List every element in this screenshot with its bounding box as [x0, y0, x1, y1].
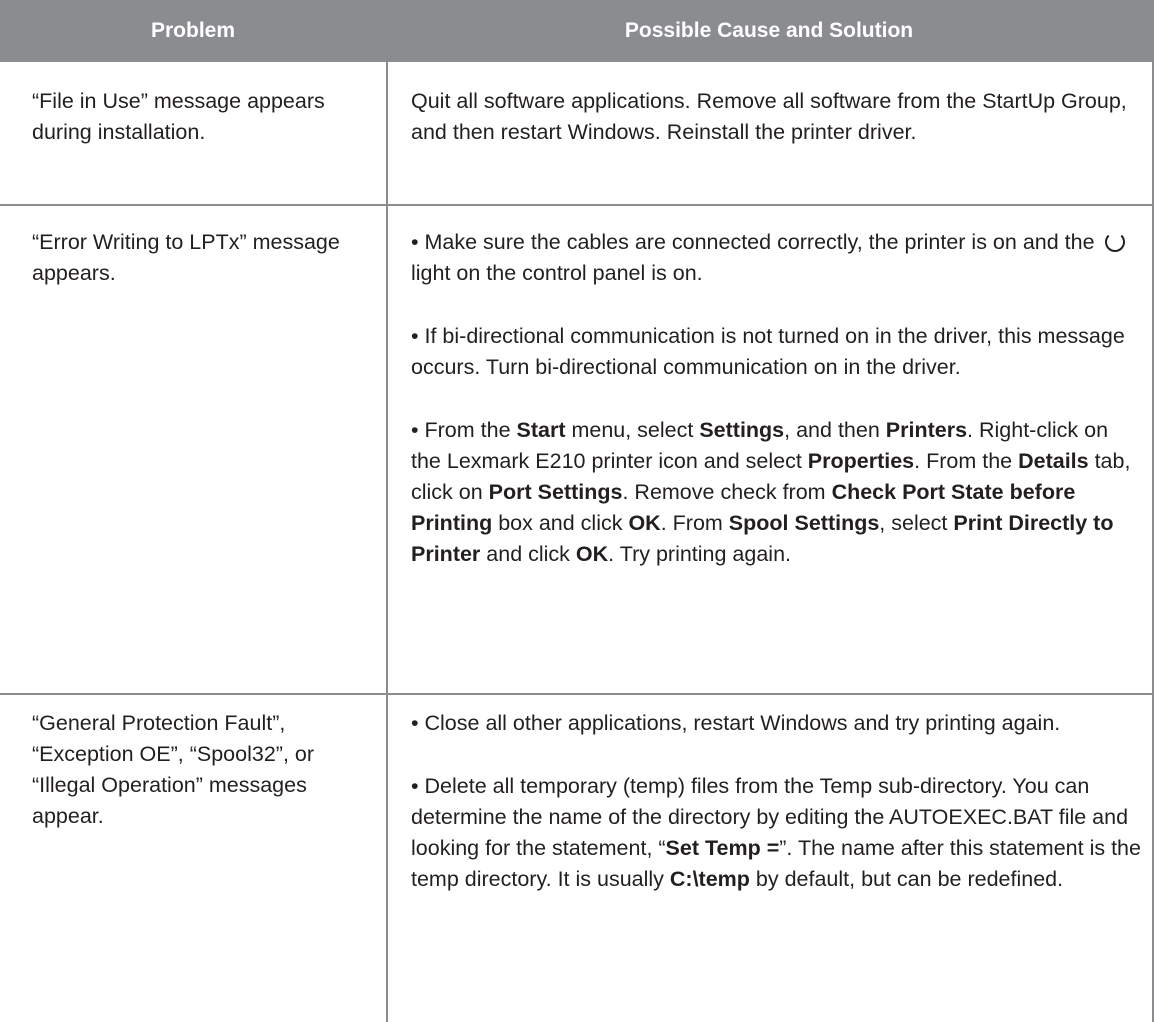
bold-term: Details	[1018, 449, 1089, 473]
text-run: . Try printing again.	[608, 542, 792, 566]
text-run: box and click	[492, 511, 629, 535]
solution-paragraph: • Delete all temporary (temp) files from…	[411, 771, 1141, 895]
column-divider-left	[386, 62, 388, 1022]
text-run: . From	[660, 511, 729, 535]
solution-paragraph: Quit all software applications. Remove a…	[411, 86, 1141, 148]
bold-term: C:\temp	[669, 867, 750, 891]
text-run: and click	[480, 542, 576, 566]
problem-text: “File in Use” message appears during ins…	[32, 89, 325, 144]
header-solution: Possible Cause and Solution	[624, 19, 914, 42]
bold-term: Properties	[807, 449, 915, 473]
power-icon	[1104, 232, 1125, 252]
text-run: • Close all other applications, restart …	[411, 711, 1061, 735]
text-run: . From the	[914, 449, 1019, 473]
column-divider-right	[1152, 62, 1154, 1022]
text-run: • Make sure the cables are connected cor…	[411, 230, 1101, 254]
solution-paragraph: • If bi-directional communication is not…	[411, 321, 1141, 383]
text-run: , and then	[784, 418, 886, 442]
bold-term: Set Temp =	[665, 836, 780, 860]
solution-cell: • Make sure the cables are connected cor…	[411, 227, 1141, 570]
text-run: menu, select	[565, 418, 700, 442]
solution-cell: Quit all software applications. Remove a…	[411, 86, 1141, 148]
bold-term: OK	[628, 511, 661, 535]
row-divider	[0, 204, 1154, 206]
text-run: light on the control panel is on.	[411, 261, 703, 285]
table-header: Problem Possible Cause and Solution	[0, 0, 1154, 62]
text-run: . Remove check from	[622, 480, 832, 504]
text-run: • If bi-directional communication is not…	[411, 324, 1125, 379]
solution-paragraph: • Make sure the cables are connected cor…	[411, 227, 1141, 289]
solution-cell: • Close all other applications, restart …	[411, 708, 1141, 895]
bold-term: Printers	[885, 418, 968, 442]
header-problem: Problem	[150, 19, 236, 42]
bold-term: Spool Settings	[728, 511, 880, 535]
text-run: • From the	[411, 418, 517, 442]
problem-text: “Error Writing to LPTx” message appears.	[32, 230, 340, 285]
bold-term: Port Settings	[488, 480, 623, 504]
text-run: by default, but can be redefined.	[749, 867, 1064, 891]
solution-paragraph: • From the Start menu, select Settings, …	[411, 415, 1141, 570]
text-run: Quit all software applications. Remove a…	[411, 89, 1127, 144]
bold-term: OK	[575, 542, 609, 566]
bold-term: Start	[516, 418, 566, 442]
bold-term: Settings	[699, 418, 785, 442]
row-divider	[0, 693, 1154, 695]
solution-paragraph: • Close all other applications, restart …	[411, 708, 1141, 739]
problem-text: “General Protection Fault”, “Exception O…	[32, 711, 315, 828]
text-run: , select	[879, 511, 954, 535]
